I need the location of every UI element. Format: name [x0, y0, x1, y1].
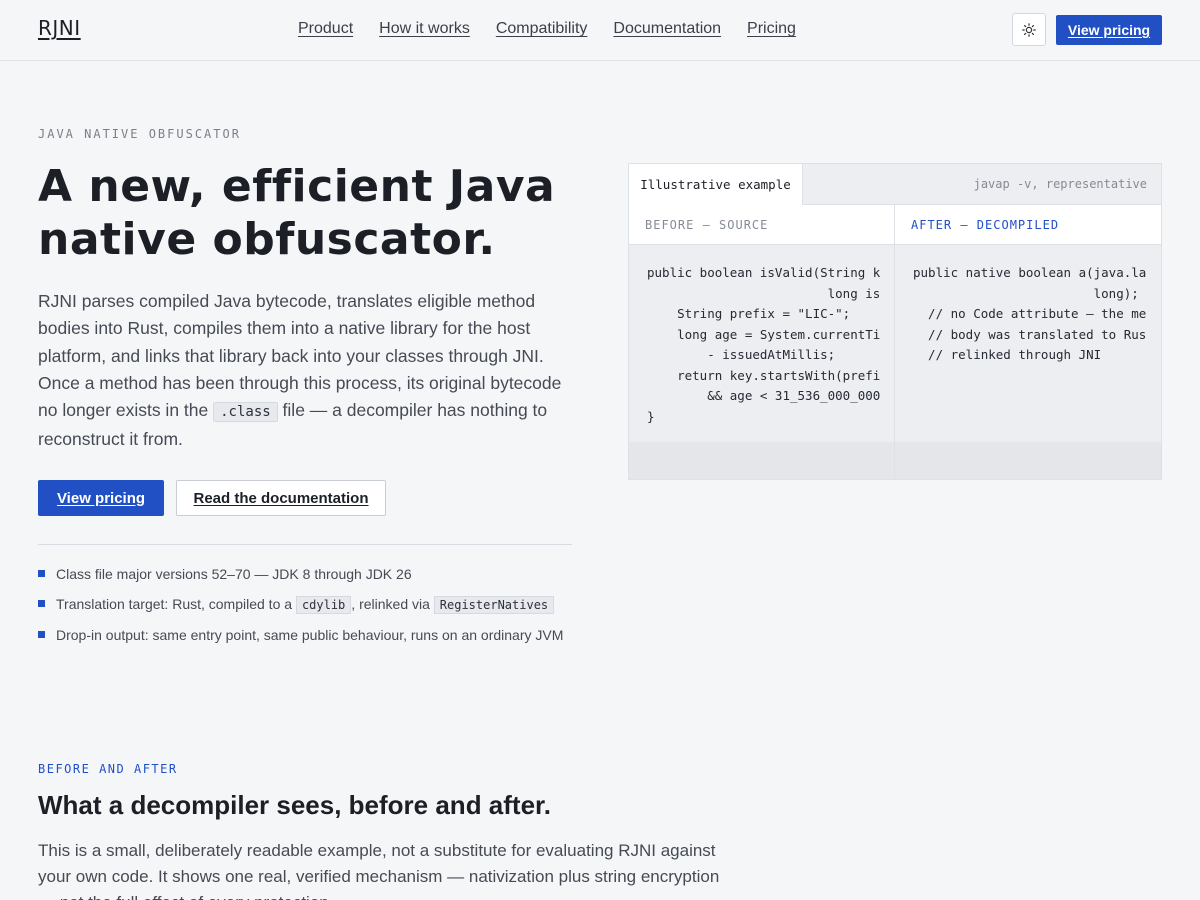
code-line: && age < 31_536_000_000: [647, 388, 881, 403]
feature-text: Drop-in output: same entry point, same p…: [56, 627, 564, 643]
cdylib-code: cdylib: [295, 596, 352, 614]
bullet-icon: [38, 631, 45, 638]
site-header: RJNI Product How it works Compatibility …: [0, 0, 1200, 61]
nav-product[interactable]: Product: [298, 20, 353, 38]
bullet-icon: [38, 600, 45, 607]
hero-description: RJNI parses compiled Java bytecode, tran…: [38, 288, 578, 454]
feature-text: Class file major versions 52–70 — JDK 8 …: [56, 566, 412, 582]
code-line: // body was translated to Rus: [913, 326, 1147, 342]
after-column: AFTER — DECOMPILED public native boolean…: [895, 205, 1161, 479]
code-line: public boolean isValid(String k: [647, 265, 881, 280]
read-documentation-button[interactable]: Read the documentation: [176, 480, 386, 516]
code-line: public native boolean a(java.la: [913, 265, 1147, 280]
hero-eyebrow: JAVA NATIVE OBFUSCATOR: [38, 127, 241, 141]
divider: [38, 544, 572, 545]
code-comparison-panel: Illustrative example javap -v, represent…: [628, 163, 1162, 480]
nav-documentation[interactable]: Documentation: [613, 20, 721, 38]
code-line: long age = System.currentTi: [647, 326, 881, 342]
feature-item: Drop-in output: same entry point, same p…: [38, 624, 572, 646]
code-line: long);: [913, 285, 1139, 301]
code-line: // relinked through JNI: [913, 347, 1102, 362]
header-view-pricing-button[interactable]: View pricing: [1056, 15, 1162, 45]
nav-pricing[interactable]: Pricing: [747, 20, 796, 38]
nav-how-it-works[interactable]: How it works: [379, 20, 470, 38]
feature-list: Class file major versions 52–70 — JDK 8 …: [38, 563, 572, 654]
before-code: public boolean isValid(String k long is …: [629, 245, 894, 442]
tab-illustrative-example[interactable]: Illustrative example: [629, 164, 803, 205]
feature-item: Class file major versions 52–70 — JDK 8 …: [38, 563, 572, 585]
after-heading: AFTER — DECOMPILED: [895, 205, 1161, 245]
nav-compatibility[interactable]: Compatibility: [496, 20, 588, 38]
class-file-code: .class: [213, 402, 278, 423]
feature-item: Translation target: Rust, compiled to a …: [38, 593, 572, 616]
after-code: public native boolean a(java.la long); /…: [895, 245, 1161, 442]
hero-title: A new, efficient Java native obfuscator.: [38, 161, 556, 265]
registernatives-code: RegisterNatives: [433, 596, 555, 614]
view-pricing-button[interactable]: View pricing: [38, 480, 164, 516]
code-scroll-area[interactable]: [895, 442, 1161, 479]
before-column: BEFORE — SOURCE public boolean isValid(S…: [629, 205, 895, 479]
before-heading: BEFORE — SOURCE: [629, 205, 894, 245]
panel-note: javap -v, representative: [973, 177, 1147, 191]
code-line: String prefix = "LIC-";: [647, 306, 851, 321]
code-line: long is: [647, 285, 881, 301]
code-line: - issuedAtMillis;: [647, 347, 836, 362]
feature-text: Translation target: Rust, compiled to a: [56, 596, 296, 612]
theme-toggle-button[interactable]: [1012, 13, 1046, 46]
panel-tabbar: Illustrative example javap -v, represent…: [629, 164, 1161, 205]
bullet-icon: [38, 570, 45, 577]
section-eyebrow: BEFORE AND AFTER: [38, 762, 178, 776]
logo[interactable]: RJNI: [38, 16, 81, 40]
code-line: return key.startsWith(prefi: [647, 367, 881, 383]
code-scroll-area[interactable]: [629, 442, 894, 479]
feature-text: , relinked via: [351, 596, 434, 612]
section-title: What a decompiler sees, before and after…: [38, 790, 551, 820]
section-description: This is a small, deliberately readable e…: [38, 841, 720, 900]
sun-icon: [1022, 22, 1036, 37]
code-line: }: [647, 408, 655, 424]
main-nav: Product How it works Compatibility Docum…: [298, 20, 796, 38]
code-line: // no Code attribute — the me: [913, 306, 1147, 321]
